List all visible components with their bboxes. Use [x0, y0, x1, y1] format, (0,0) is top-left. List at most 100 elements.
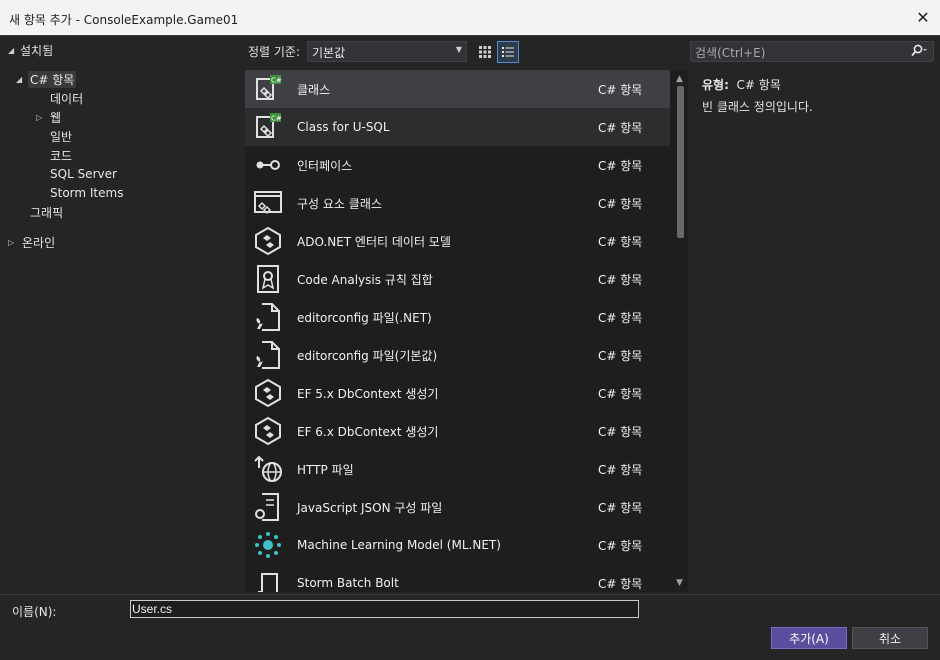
expanded-arrow-icon[interactable]: ◢ [8, 46, 20, 55]
template-name: Class for U-SQL [297, 120, 390, 134]
grid-view-icon [479, 46, 491, 58]
tree-item-code[interactable]: 코드 [50, 145, 72, 165]
ruleset-icon [253, 264, 283, 294]
tree-item-label: C# 항목 [28, 70, 77, 88]
type-value: C# 항목 [736, 78, 781, 92]
tree-item-data[interactable]: 데이터 [50, 88, 83, 108]
collapsed-arrow-icon[interactable]: ▷ [8, 238, 22, 247]
tree-item-label: 웹 [50, 110, 62, 125]
template-item[interactable]: JavaScript JSON 구성 파일 C# 항목 [245, 488, 670, 526]
class-icon: C# [253, 74, 283, 104]
config-file-icon [253, 340, 283, 370]
tree-item-label: SQL Server [50, 167, 117, 181]
sort-label: 정렬 기준: [248, 45, 301, 59]
collapsed-arrow-icon[interactable]: ▷ [36, 113, 50, 122]
template-item[interactable]: editorconfig 파일(.NET) C# 항목 [245, 298, 670, 336]
template-item[interactable]: C# 클래스 C# 항목 [245, 70, 670, 108]
entity-model-icon [253, 226, 283, 256]
template-item[interactable]: EF 6.x DbContext 생성기 C# 항목 [245, 412, 670, 450]
class-icon: C# [253, 112, 283, 142]
template-info-panel: 유형: C# 항목 빈 클래스 정의입니다. [696, 70, 934, 592]
sort-dropdown[interactable]: 기본값 ▼ [307, 41, 467, 62]
category-tree: ◢ 설치됨 ◢ C# 항목 데이터 ▷ 웹 일반 코드 SQL Server S… [0, 38, 240, 594]
template-name: 클래스 [297, 82, 331, 97]
template-name: JavaScript JSON 구성 파일 [297, 500, 443, 515]
expanded-arrow-icon[interactable]: ◢ [16, 75, 28, 84]
template-item[interactable]: C# Class for U-SQL C# 항목 [245, 108, 670, 146]
template-type-line: 유형: C# 항목 [702, 76, 781, 93]
template-type: C# 항목 [598, 386, 643, 401]
template-type: C# 항목 [598, 500, 643, 515]
cancel-button[interactable]: 취소 [852, 627, 928, 649]
ml-model-icon [253, 530, 283, 560]
template-item[interactable]: ADO.NET 엔터티 데이터 모델 C# 항목 [245, 222, 670, 260]
chevron-down-icon: ▼ [455, 45, 462, 54]
tree-item-graphics[interactable]: 그래픽 [30, 202, 63, 222]
list-view-icon [502, 47, 514, 57]
template-type: C# 항목 [598, 424, 643, 439]
template-list[interactable]: C# 클래스 C# 항목 C# Class for U-SQL C# 항목 인터페이스 C# … [245, 70, 688, 592]
svg-text:C#: C# [271, 77, 282, 85]
tree-item-label: 일반 [50, 129, 73, 144]
tree-item-general[interactable]: 일반 [50, 126, 72, 146]
template-name: 인터페이스 [297, 158, 353, 173]
config-file-icon [253, 302, 283, 332]
search-input[interactable]: 검색(Ctrl+E) [690, 41, 934, 62]
template-item[interactable]: Machine Learning Model (ML.NET) C# 항목 [245, 526, 670, 564]
scrollbar-thumb[interactable] [677, 86, 684, 238]
template-name: ADO.NET 엔터티 데이터 모델 [297, 234, 451, 249]
entity-model-icon [253, 416, 283, 446]
tree-item-web[interactable]: ▷ 웹 [36, 107, 61, 127]
tree-item-storm-items[interactable]: Storm Items [50, 183, 123, 203]
tree-item-installed[interactable]: ◢ 설치됨 [8, 40, 53, 60]
template-type: C# 항목 [598, 462, 643, 477]
http-file-icon [253, 454, 283, 484]
template-name: HTTP 파일 [297, 462, 354, 477]
tree-item-label: 데이터 [50, 91, 84, 106]
tree-item-label: 그래픽 [30, 205, 64, 220]
template-type: C# 항목 [598, 576, 643, 591]
template-item[interactable]: EF 5.x DbContext 생성기 C# 항목 [245, 374, 670, 412]
template-name: EF 6.x DbContext 생성기 [297, 424, 439, 439]
template-item[interactable]: HTTP 파일 C# 항목 [245, 450, 670, 488]
name-field[interactable] [130, 600, 639, 618]
template-type: C# 항목 [598, 120, 643, 135]
template-item[interactable]: Code Analysis 규칙 집합 C# 항목 [245, 260, 670, 298]
name-label: 이름(N): [12, 605, 57, 619]
close-icon[interactable]: ✕ [914, 8, 932, 27]
template-name: Machine Learning Model (ML.NET) [297, 538, 501, 552]
tree-item-label: 코드 [50, 148, 73, 163]
tree-item-csharp[interactable]: ◢ C# 항목 [16, 69, 77, 89]
component-class-icon [253, 188, 283, 218]
template-type: C# 항목 [598, 158, 643, 173]
title-bar: 새 항목 추가 - ConsoleExample.Game01 ✕ [0, 0, 940, 36]
template-type: C# 항목 [598, 196, 643, 211]
interface-icon [253, 150, 283, 180]
template-type: C# 항목 [598, 272, 643, 287]
template-name: editorconfig 파일(기본값) [297, 348, 438, 363]
template-description: 빈 클래스 정의입니다. [702, 100, 813, 114]
template-item[interactable]: 구성 요소 클래스 C# 항목 [245, 184, 670, 222]
list-view-button[interactable] [497, 41, 519, 63]
template-item[interactable]: editorconfig 파일(기본값) C# 항목 [245, 336, 670, 374]
template-type: C# 항목 [598, 234, 643, 249]
template-name: Code Analysis 규칙 집합 [297, 272, 433, 287]
grid-view-button[interactable] [474, 41, 496, 63]
search-icon[interactable] [909, 44, 927, 61]
tree-item-sql-server[interactable]: SQL Server [50, 164, 117, 184]
template-type: C# 항목 [598, 348, 643, 363]
template-name: EF 5.x DbContext 생성기 [297, 386, 439, 401]
template-type: C# 항목 [598, 82, 643, 97]
add-button[interactable]: 추가(A) [771, 627, 847, 649]
tree-item-online[interactable]: ▷ 온라인 [8, 232, 55, 252]
scroll-down-icon[interactable]: ▼ [676, 578, 683, 588]
template-item[interactable]: Storm Batch Bolt C# 항목 [245, 564, 670, 592]
entity-model-icon [253, 378, 283, 408]
scroll-up-icon[interactable]: ▲ [676, 74, 683, 84]
template-name: editorconfig 파일(.NET) [297, 310, 432, 325]
template-list-scrollbar[interactable]: ▲ ▼ [673, 70, 688, 592]
template-item[interactable]: 인터페이스 C# 항목 [245, 146, 670, 184]
template-name: Storm Batch Bolt [297, 576, 399, 590]
search-placeholder: 검색(Ctrl+E) [695, 46, 766, 60]
type-label: 유형: [702, 78, 729, 92]
